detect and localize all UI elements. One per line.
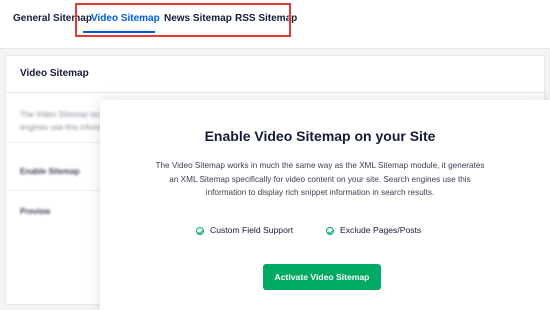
tabs-highlight-box <box>75 3 291 37</box>
feature-exclude-pages-posts: Exclude Pages/Posts <box>326 225 421 235</box>
panel-description-text: The Video Sitemap wo engines use this in… <box>20 110 107 132</box>
panel-description-blurred: The Video Sitemap wo engines use this in… <box>20 108 110 134</box>
feature-custom-field-support: Custom Field Support <box>196 225 293 235</box>
enable-sitemap-label: Enable Sitemap <box>20 167 80 176</box>
check-circle-icon <box>326 227 334 235</box>
activate-video-sitemap-button[interactable]: Activate Video Sitemap <box>263 264 381 290</box>
preview-label: Preview <box>20 207 51 216</box>
check-circle-icon <box>196 227 204 235</box>
modal-title: Enable Video Sitemap on your Site <box>204 128 436 144</box>
panel-title: Video Sitemap <box>20 68 89 79</box>
feature-label: Custom Field Support <box>210 225 294 235</box>
panel-header: Video Sitemap <box>6 56 544 93</box>
feature-label: Exclude Pages/Posts <box>340 225 422 235</box>
modal-description: The Video Sitemap works in much the same… <box>155 161 485 197</box>
enable-video-sitemap-modal: Enable Video Sitemap on your Site The Vi… <box>100 100 550 310</box>
